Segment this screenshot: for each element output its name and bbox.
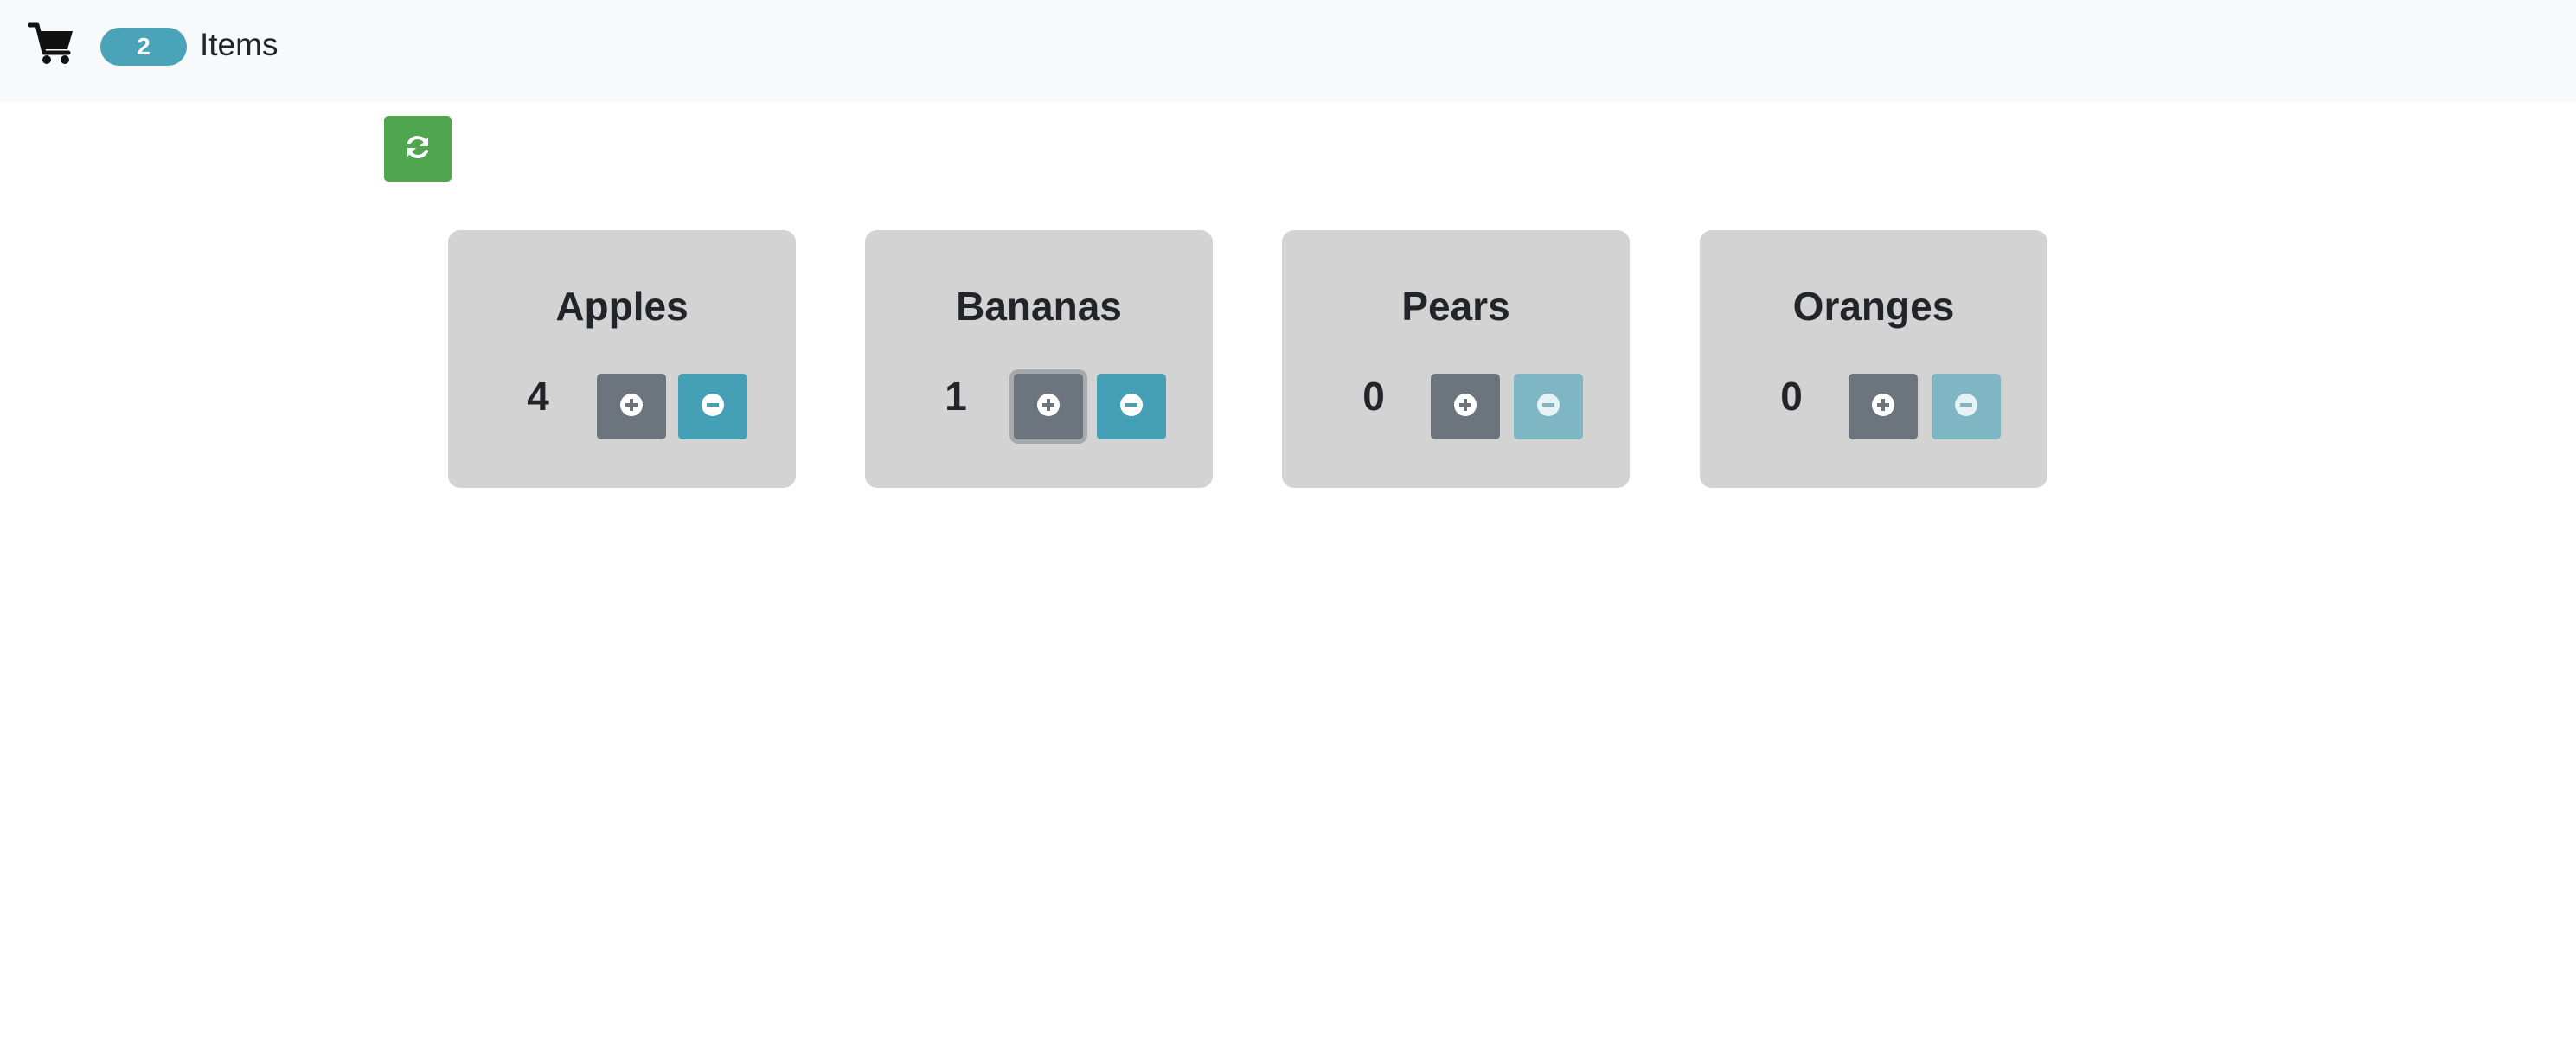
shopping-cart-icon[interactable] xyxy=(27,21,74,66)
navbar: 2 Items xyxy=(0,0,2576,102)
minus-circle-icon xyxy=(1953,392,1979,422)
product-card-bananas: Bananas 1 xyxy=(865,230,1213,488)
refresh-icon xyxy=(403,132,433,166)
product-count: 4 xyxy=(527,374,549,419)
product-card-pears: Pears 0 xyxy=(1282,230,1630,488)
minus-circle-icon xyxy=(1118,392,1144,422)
items-label: Items xyxy=(200,27,279,62)
plus-circle-icon xyxy=(1452,392,1478,422)
increment-button[interactable] xyxy=(597,374,666,439)
product-name: Oranges xyxy=(1792,284,1955,329)
decrement-button[interactable] xyxy=(1932,374,2001,439)
cart-count-badge: 2 xyxy=(100,28,187,66)
product-card-oranges: Oranges 0 xyxy=(1700,230,2047,488)
minus-circle-icon xyxy=(1535,392,1561,422)
product-count: 0 xyxy=(1780,374,1803,419)
product-name: Pears xyxy=(1401,284,1510,329)
refresh-button[interactable] xyxy=(384,116,452,182)
decrement-button[interactable] xyxy=(1097,374,1166,439)
increment-button[interactable] xyxy=(1849,374,1918,439)
plus-circle-icon xyxy=(1870,392,1896,422)
product-count: 1 xyxy=(945,374,967,419)
minus-circle-icon xyxy=(700,392,726,422)
product-card-apples: Apples 4 xyxy=(448,230,796,488)
decrement-button[interactable] xyxy=(678,374,747,439)
product-name: Apples xyxy=(555,284,689,329)
decrement-button[interactable] xyxy=(1514,374,1583,439)
product-count: 0 xyxy=(1362,374,1385,419)
increment-button[interactable] xyxy=(1431,374,1500,439)
product-name: Bananas xyxy=(956,284,1122,329)
increment-button[interactable] xyxy=(1014,374,1083,439)
plus-circle-icon xyxy=(1035,392,1061,422)
plus-circle-icon xyxy=(618,392,644,422)
